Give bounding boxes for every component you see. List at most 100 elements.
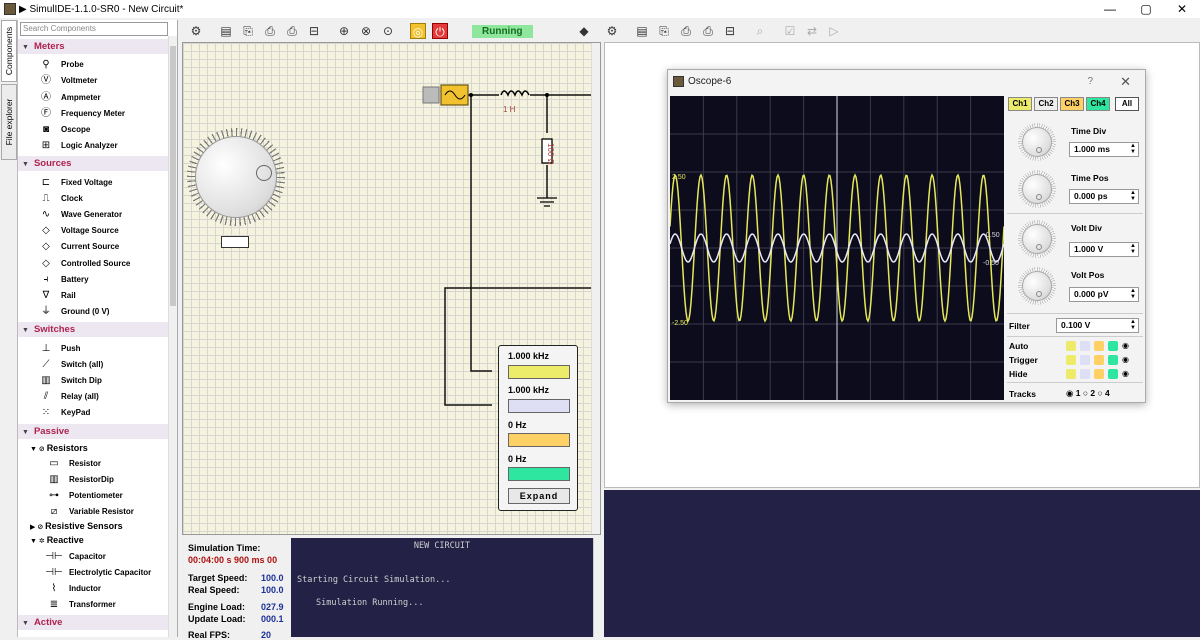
list-item-switch-dip[interactable]: ▥ Switch Dip (37, 373, 102, 388)
hide-ch1-checkbox[interactable] (1066, 369, 1076, 379)
spin-arrows-icon[interactable]: ▲ ▼ (1130, 190, 1136, 202)
list-item-voltage-source[interactable]: ◇ Voltage Source (37, 223, 119, 238)
editor-save-as-icon[interactable]: ⎙ (700, 23, 716, 39)
trigger-ch2-checkbox[interactable] (1080, 355, 1090, 365)
spin-arrows-icon[interactable]: ▲ ▼ (1130, 143, 1136, 155)
spin-arrows-icon[interactable]: ▲ ▼ (1130, 288, 1136, 300)
help-button[interactable]: ? (1087, 70, 1093, 94)
trigger-ch3-checkbox[interactable] (1094, 355, 1104, 365)
list-item-relay-all[interactable]: ⫽ Relay (all) (37, 389, 99, 404)
list-item-push[interactable]: ⊥ Push (37, 341, 81, 356)
channel-ch3-button[interactable]: Ch3 (1060, 97, 1084, 111)
settings-gear-icon[interactable]: ⚙ (188, 23, 204, 39)
list-item-current-source[interactable]: ◇ Current Source (37, 239, 119, 254)
list-item-variable-resistor[interactable]: ⧄ Variable Resistor (45, 504, 134, 519)
list-item-keypad[interactable]: ⁙ KeyPad (37, 405, 91, 420)
list-item-ground[interactable]: ⏚ Ground (0 V) (37, 304, 109, 319)
circuit-canvas[interactable]: 1 H 100 Ω 1.000 kHz 1.000 kHz 0 Hz 0 Hz … (182, 42, 601, 535)
editor-settings-gear-icon[interactable]: ⚙ (604, 23, 620, 39)
list-item-ampmeter[interactable]: Ⓐ Ampmeter (37, 90, 101, 105)
list-item-fixed-voltage[interactable]: ⊏ Fixed Voltage (37, 175, 113, 190)
tracks-radio-4[interactable]: ○ (1098, 388, 1106, 398)
editor-open-icon[interactable]: ⎘ (656, 23, 672, 39)
list-item-resistordip[interactable]: ▥ ResistorDip (45, 472, 114, 487)
canvas-scrollbar[interactable] (591, 43, 600, 534)
list-item-wave-generator[interactable]: ∿ Wave Generator (37, 207, 122, 222)
list-item-resistor[interactable]: ▭ Resistor (45, 456, 101, 471)
scrollbar-thumb[interactable] (170, 46, 176, 306)
zoom-fit-icon[interactable]: ⊕ (336, 23, 352, 39)
auto-ch4-checkbox[interactable] (1108, 341, 1118, 351)
channel-ch1-button[interactable]: Ch1 (1008, 97, 1032, 111)
list-item-transformer[interactable]: ≣ Transformer (45, 597, 116, 612)
list-item-rail[interactable]: ∇ Rail (37, 288, 76, 303)
oscope-window[interactable]: Oscope-6 ? ✕ 2.50 -2.50 0.50 -0.50 Ch1 C… (667, 69, 1146, 403)
potentiometer-knob[interactable] (187, 128, 285, 226)
editor-save-icon[interactable]: ⎙ (678, 23, 694, 39)
hide-radio[interactable]: ◉ (1122, 369, 1129, 379)
category-active[interactable]: ▼ Active (18, 615, 168, 630)
category-sources[interactable]: ▼ Sources (18, 156, 168, 171)
zoom-selected-icon[interactable]: ⊗ (358, 23, 374, 39)
list-item-clock[interactable]: ⎍ Clock (37, 191, 83, 206)
tab-components[interactable]: Components (1, 20, 17, 82)
editor-close-icon[interactable]: ⊟ (722, 23, 738, 39)
editor-new-icon[interactable]: ▤ (634, 23, 650, 39)
new-circuit-icon[interactable]: ▤ (218, 23, 234, 39)
list-item-potentiometer[interactable]: ⊶ Potentiometer (45, 488, 123, 503)
category-passive[interactable]: ▼ Passive (18, 424, 168, 439)
list-item-logic-analyzer[interactable]: ⊞ Logic Analyzer (37, 138, 118, 153)
expand-button[interactable]: Expand (508, 488, 570, 504)
pause-icon[interactable]: ◎ (410, 23, 426, 39)
list-item-inductor[interactable]: ⌇ Inductor (45, 581, 101, 596)
list-item-switch-all[interactable]: ⟋ Switch (all) (37, 357, 104, 372)
subcategory-reactive[interactable]: ▼ ✲ Reactive (30, 533, 84, 548)
knob-value-box[interactable] (221, 236, 249, 248)
list-item-battery[interactable]: ⫞ Battery (37, 272, 89, 287)
channel-ch4-button[interactable]: Ch4 (1086, 97, 1110, 111)
time-div-input[interactable]: 1.000 ms ▲ ▼ (1069, 142, 1139, 157)
open-circuit-icon[interactable]: ⎘ (240, 23, 256, 39)
list-item-probe[interactable]: ⚲ Probe (37, 57, 83, 72)
oscope-close-button[interactable]: ✕ (1120, 70, 1131, 94)
volt-div-knob[interactable] (1018, 220, 1056, 258)
editor-output-pane[interactable] (604, 490, 1200, 637)
volt-pos-input[interactable]: 0.000 pV ▲ ▼ (1069, 287, 1139, 302)
output-console[interactable]: NEW CIRCUIT Starting Circuit Simulation.… (291, 538, 593, 637)
list-item-electrolytic-capacitor[interactable]: ⊣⊢ Electrolytic Capacitor (45, 565, 151, 580)
subcategory-resistors[interactable]: ▼ ⊘ Resistors (30, 441, 88, 456)
hide-ch2-checkbox[interactable] (1080, 369, 1090, 379)
category-switches[interactable]: ▼ Switches (18, 322, 168, 337)
list-item-capacitor[interactable]: ⊣⊢ Capacitor (45, 549, 106, 564)
upload-icon[interactable]: ⇄ (804, 23, 820, 39)
time-pos-input[interactable]: 0.000 ps ▲ ▼ (1069, 189, 1139, 204)
tab-file-explorer[interactable]: File explorer (1, 84, 17, 160)
channel-all-button[interactable]: All (1115, 97, 1139, 111)
run-debug-icon[interactable]: ▷ (826, 23, 842, 39)
export-icon[interactable]: ⊟ (306, 23, 322, 39)
hide-ch3-checkbox[interactable] (1094, 369, 1104, 379)
volt-div-input[interactable]: 1.000 V ▲ ▼ (1069, 242, 1139, 257)
panel-scrollbar[interactable] (168, 36, 177, 637)
hide-ch4-checkbox[interactable] (1108, 369, 1118, 379)
search-input[interactable]: Search Components (20, 22, 168, 36)
oscope-titlebar[interactable]: Oscope-6 ? ✕ (668, 70, 1145, 94)
auto-ch2-checkbox[interactable] (1080, 341, 1090, 351)
channel-ch2-button[interactable]: Ch2 (1034, 97, 1058, 111)
debug-icon[interactable]: ◆ (576, 23, 592, 39)
list-item-frequency-meter[interactable]: Ⓕ Frequency Meter (37, 106, 125, 121)
auto-ch1-checkbox[interactable] (1066, 341, 1076, 351)
list-item-voltmeter[interactable]: Ⓥ Voltmeter (37, 73, 97, 88)
trigger-ch4-checkbox[interactable] (1108, 355, 1118, 365)
tracks-radio-1[interactable]: ◉ (1066, 388, 1076, 398)
frequency-meter[interactable]: 1.000 kHz 1.000 kHz 0 Hz 0 Hz Expand (498, 345, 578, 511)
zoom-one-icon[interactable]: ⊙ (380, 23, 396, 39)
spin-arrows-icon[interactable]: ▲ ▼ (1130, 243, 1136, 255)
console-scrollbar[interactable] (593, 538, 602, 637)
list-item-controlled-source[interactable]: ◇ Controlled Source (37, 256, 130, 271)
compile-icon[interactable]: ☑ (782, 23, 798, 39)
auto-radio[interactable]: ◉ (1122, 341, 1129, 351)
time-div-knob[interactable] (1018, 123, 1056, 161)
filter-input[interactable]: 0.100 V ▲ ▼ (1056, 318, 1139, 333)
trigger-ch1-checkbox[interactable] (1066, 355, 1076, 365)
